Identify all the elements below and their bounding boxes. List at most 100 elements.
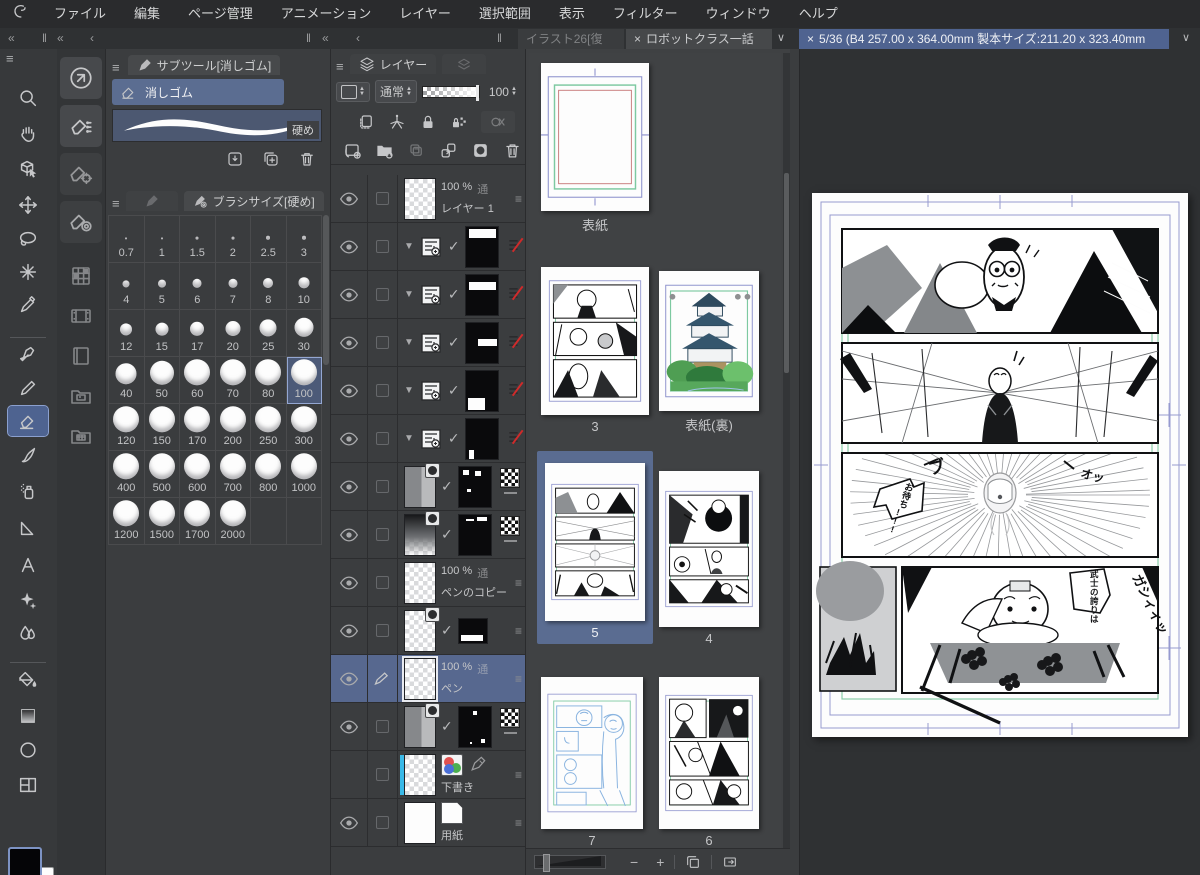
layer-thumbnail[interactable] — [404, 561, 436, 604]
expand-chevron-icon[interactable]: ▼ — [404, 433, 414, 444]
layer-select-cell[interactable] — [368, 655, 398, 702]
manga-page-canvas[interactable]: お待ち!!! ブ オッ 武士の誇りは ガシィィッ — [812, 193, 1188, 737]
subtool-item-eraser[interactable]: 消しゴム — [112, 79, 284, 105]
draft-excluded-icon[interactable] — [506, 379, 526, 399]
brush-size-20[interactable]: 20 — [215, 310, 251, 357]
save-subtool-icon[interactable] — [226, 150, 244, 168]
opacity-slider[interactable] — [421, 84, 480, 101]
layer-visibility-cell[interactable] — [331, 463, 368, 510]
tone-pattern-swatch[interactable] — [500, 468, 520, 494]
brush-size-6[interactable]: 6 — [180, 263, 216, 310]
layer-visibility-cell[interactable] — [331, 223, 368, 270]
layer-visibility-cell[interactable] — [331, 271, 368, 318]
page-thumbnail-3[interactable]: 3 — [541, 267, 649, 434]
decoration-tool-button[interactable] — [8, 585, 48, 615]
brush-size-50[interactable]: 50 — [144, 357, 180, 404]
frame-mask-thumbnail[interactable] — [464, 225, 499, 268]
brush-size-150[interactable]: 150 — [144, 404, 180, 451]
layer-visibility-cell[interactable] — [331, 751, 368, 798]
page-art-manga4[interactable] — [659, 471, 759, 627]
brush-size-80[interactable]: 80 — [251, 357, 287, 404]
zoom-out-button[interactable]: − — [630, 854, 638, 870]
page-thumbnail-表紙(裏)[interactable]: 表紙(裏) — [659, 271, 759, 434]
collapse-subtool-icon[interactable]: « — [57, 28, 64, 49]
brush-size-12[interactable]: 12 — [109, 310, 145, 357]
layer-checkbox[interactable] — [376, 816, 389, 829]
page-thumbnail-5[interactable]: 5 — [537, 451, 653, 644]
brush-size-1700[interactable]: 1700 — [180, 498, 216, 545]
brush-size-tab[interactable]: ブラシサイズ[硬め] — [183, 191, 324, 211]
layer-checkbox[interactable] — [376, 576, 389, 589]
visibility-eye-icon[interactable] — [339, 383, 359, 399]
page-thumbnail-6[interactable]: 6 — [659, 677, 759, 848]
text-tool-button[interactable] — [8, 550, 48, 580]
eraser-hard-subtool-button[interactable] — [60, 105, 102, 147]
layer-select-cell[interactable] — [368, 799, 398, 846]
visibility-eye-icon[interactable] — [339, 335, 359, 351]
brush-size-7[interactable]: 7 — [215, 263, 251, 310]
layer-checkbox[interactable] — [376, 336, 389, 349]
layer-select-cell[interactable] — [368, 607, 398, 654]
eraser-settings-subtool-button[interactable] — [60, 153, 102, 195]
draft-excluded-icon[interactable] — [506, 331, 526, 351]
brush-size-1500[interactable]: 1500 — [144, 498, 180, 545]
fill-tool-button[interactable] — [8, 665, 48, 695]
layer-menu-icon[interactable]: ≡ — [515, 768, 522, 782]
toolbar-menu-icon[interactable]: ≡ — [6, 51, 14, 66]
close-tab-icon[interactable]: × — [634, 32, 641, 46]
delete-layer-button[interactable] — [503, 141, 522, 160]
brush-size-17[interactable]: 17 — [180, 310, 216, 357]
eraser-tool-button[interactable] — [7, 405, 49, 437]
zoom-in-button[interactable]: + — [656, 854, 664, 870]
brush-size-700[interactable]: 700 — [215, 451, 251, 498]
brush-size-200[interactable]: 200 — [215, 404, 251, 451]
brush-size-400[interactable]: 400 — [109, 451, 145, 498]
draft-excluded-icon[interactable] — [506, 235, 526, 255]
collapse-subtool-arrow-icon[interactable]: ‹ — [90, 28, 94, 49]
brush-panel-menu-icon[interactable]: ≡ — [112, 196, 120, 211]
layer-mask-thumbnail[interactable] — [457, 705, 492, 748]
expand-chevron-icon[interactable]: ▼ — [404, 385, 414, 396]
layer-thumbnail[interactable] — [404, 801, 436, 844]
layer-row-frame-2[interactable]: ▼ ✓ — [331, 271, 526, 319]
brush-size-1[interactable]: 1 — [144, 216, 180, 263]
frame-mask-thumbnail[interactable] — [464, 417, 499, 460]
brush-size-170[interactable]: 170 — [180, 404, 216, 451]
layer-menu-icon[interactable]: ≡ — [515, 672, 522, 686]
brush-stroke-preview[interactable]: 硬め — [112, 109, 322, 142]
layer-mask-thumbnail[interactable] — [457, 617, 488, 644]
brush-size-2.5[interactable]: 2.5 — [251, 216, 287, 263]
frame-mask-thumbnail[interactable] — [464, 369, 499, 412]
new-folder-button[interactable] — [375, 141, 394, 160]
brush-size-1.5[interactable]: 1.5 — [180, 216, 216, 263]
tone-material-palette-icon[interactable] — [65, 421, 97, 451]
layer-row-レイヤー 1-0[interactable]: 100 % 通レイヤー 1 ≡ — [331, 175, 526, 223]
close-tab-icon[interactable]: × — [807, 32, 814, 46]
collapse-layer-icon[interactable]: « — [322, 28, 329, 49]
brush-size-600[interactable]: 600 — [180, 451, 216, 498]
brush-size-60[interactable]: 60 — [180, 357, 216, 404]
layer-row-tone-6[interactable]: ✓ — [331, 462, 526, 511]
draft-excluded-icon[interactable] — [506, 427, 526, 447]
move-tool-button[interactable] — [8, 190, 48, 220]
tone-pattern-swatch[interactable] — [500, 516, 520, 542]
layer-checkbox[interactable] — [376, 240, 389, 253]
foreground-color-swatch[interactable] — [8, 847, 42, 875]
opacity-value-stepper[interactable]: 100 ▲ ▼ — [485, 83, 521, 101]
layer-select-cell[interactable] — [368, 367, 398, 414]
layer-visibility-cell[interactable] — [331, 367, 368, 414]
layer-select-cell[interactable] — [368, 415, 398, 462]
layer-visibility-cell[interactable] — [331, 703, 368, 750]
draft-excluded-icon[interactable] — [506, 283, 526, 303]
layer-thumbnail[interactable] — [404, 606, 440, 652]
pencil-tool-button[interactable] — [8, 373, 48, 403]
reference-layer-icon[interactable] — [388, 113, 406, 131]
layer-menu-icon[interactable]: ≡ — [515, 624, 522, 638]
collapse-toolbar-icon[interactable]: « — [8, 28, 15, 49]
menu-item-選択範囲[interactable]: 選択範囲 — [465, 0, 545, 28]
layer-mask-thumbnail[interactable] — [457, 465, 492, 508]
menu-item-ウィンドウ[interactable]: ウィンドウ — [692, 0, 785, 28]
layer-checkbox[interactable] — [376, 192, 389, 205]
layer-visibility-cell[interactable] — [331, 799, 368, 846]
layer-row-ペン-10[interactable]: 100 % 通ペン ≡ — [331, 655, 526, 703]
